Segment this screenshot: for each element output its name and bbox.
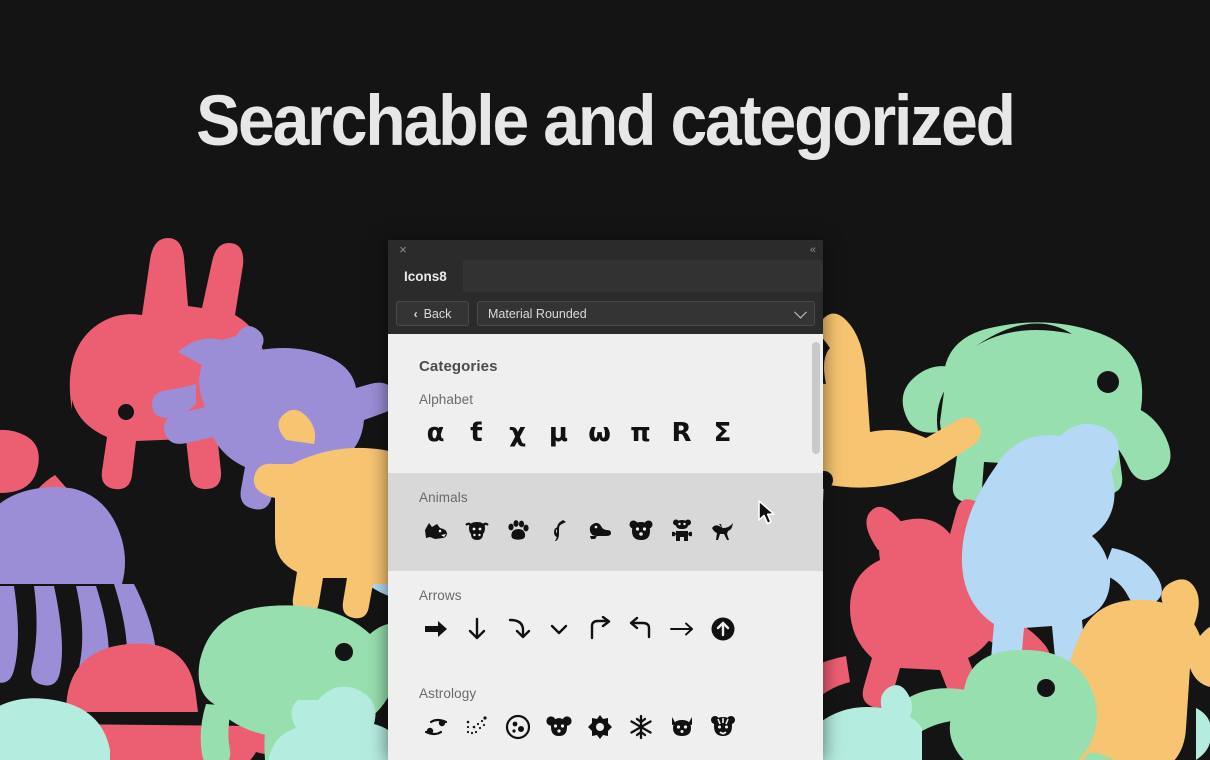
vertical-scrollbar[interactable] [809, 334, 823, 760]
back-button-label: Back [423, 306, 452, 321]
collapse-left-icon[interactable]: « [810, 243, 816, 257]
bear-face-icon[interactable] [620, 511, 661, 551]
arrow-down-icon[interactable] [456, 609, 497, 649]
category-title-arrows: Arrows [419, 588, 462, 603]
undo-arrow-icon[interactable] [620, 609, 661, 649]
paw-print-icon[interactable] [497, 511, 538, 551]
pi-glyph: π [630, 418, 651, 448]
panel-body: Categories Alphabet α ƭ χ μ ω π R Σ Anim… [388, 334, 823, 760]
arrow-curve-down-icon[interactable] [497, 609, 538, 649]
sigma-icon[interactable]: Σ [702, 413, 743, 453]
sigma-glyph: Σ [713, 418, 732, 448]
mouse-face-icon[interactable] [538, 707, 579, 747]
icon-row-animals [388, 505, 823, 565]
panel-toolbar: ‹ Back Material Rounded [388, 293, 823, 334]
moon-face-icon[interactable] [497, 707, 538, 747]
r-letter-icon[interactable]: R [661, 413, 702, 453]
category-block-alphabet[interactable]: Alphabet α ƭ χ μ ω π R Σ [388, 375, 823, 473]
categories-heading: Categories [419, 358, 498, 375]
panel-tabstrip: Icons8 [388, 260, 823, 293]
cow-head-icon[interactable] [456, 511, 497, 551]
chevron-down-icon[interactable] [538, 609, 579, 649]
back-button[interactable]: ‹ Back [396, 301, 469, 326]
pi-icon[interactable]: π [620, 413, 661, 453]
constellation-icon[interactable] [456, 707, 497, 747]
chevron-left-icon: ‹ [413, 306, 418, 321]
icon-family-value: Material Rounded [488, 306, 587, 321]
scrollbar-thumb[interactable] [812, 342, 820, 454]
panel-titlebar: × « [388, 240, 823, 260]
omega-glyph: ω [588, 418, 611, 448]
ksi-bar-icon[interactable]: ƭ [456, 413, 497, 453]
sun-burst-icon[interactable] [579, 707, 620, 747]
close-icon[interactable]: × [396, 243, 410, 257]
turn-right-icon[interactable] [579, 609, 620, 649]
page-title: Searchable and categorized [196, 82, 1016, 161]
icons8-plugin-panel: × « Icons8 ‹ Back Material Rounded Categ… [388, 240, 823, 760]
platypus-icon[interactable] [579, 511, 620, 551]
alpha-glyph: α [426, 418, 445, 448]
arrow-right-bold-icon[interactable] [415, 609, 456, 649]
icon-family-select[interactable]: Material Rounded [477, 301, 815, 326]
ksi-bar-glyph: ƭ [470, 418, 483, 448]
alpha-icon[interactable]: α [415, 413, 456, 453]
icon-row-alphabet: α ƭ χ μ ω π R Σ [388, 407, 823, 467]
arrow-right-thin-icon[interactable] [661, 609, 702, 649]
chi-glyph: χ [509, 418, 526, 448]
page-root: Searchable and categorized × « Icons8 ‹ … [0, 0, 1210, 760]
horse-icon[interactable] [702, 511, 743, 551]
omega-icon[interactable]: ω [579, 413, 620, 453]
category-block-arrows[interactable]: Arrows [388, 571, 823, 669]
category-block-astrology[interactable]: Astrology [388, 669, 823, 760]
r-letter-glyph: R [671, 418, 692, 448]
mu-glyph: μ [548, 418, 569, 448]
chevron-down-icon [794, 305, 807, 319]
tiger-face-icon[interactable] [702, 707, 743, 747]
cancer-zodiac-icon[interactable] [415, 707, 456, 747]
category-title-animals: Animals [419, 490, 468, 505]
tab-icons8[interactable]: Icons8 [388, 260, 463, 292]
teddy-bear-icon[interactable] [661, 511, 702, 551]
icon-row-arrows [388, 603, 823, 663]
mu-icon[interactable]: μ [538, 413, 579, 453]
icon-row-astrology [388, 701, 823, 760]
snowflake-icon[interactable] [620, 707, 661, 747]
wolf-head-icon[interactable] [415, 511, 456, 551]
chi-icon[interactable]: χ [497, 413, 538, 453]
category-block-animals[interactable]: Animals [388, 473, 823, 571]
cat-face-icon[interactable] [661, 707, 702, 747]
crane-bird-icon[interactable] [538, 511, 579, 551]
category-title-astrology: Astrology [419, 686, 477, 701]
category-title-alphabet: Alphabet [419, 392, 474, 407]
circle-arrow-up-icon[interactable] [702, 609, 743, 649]
